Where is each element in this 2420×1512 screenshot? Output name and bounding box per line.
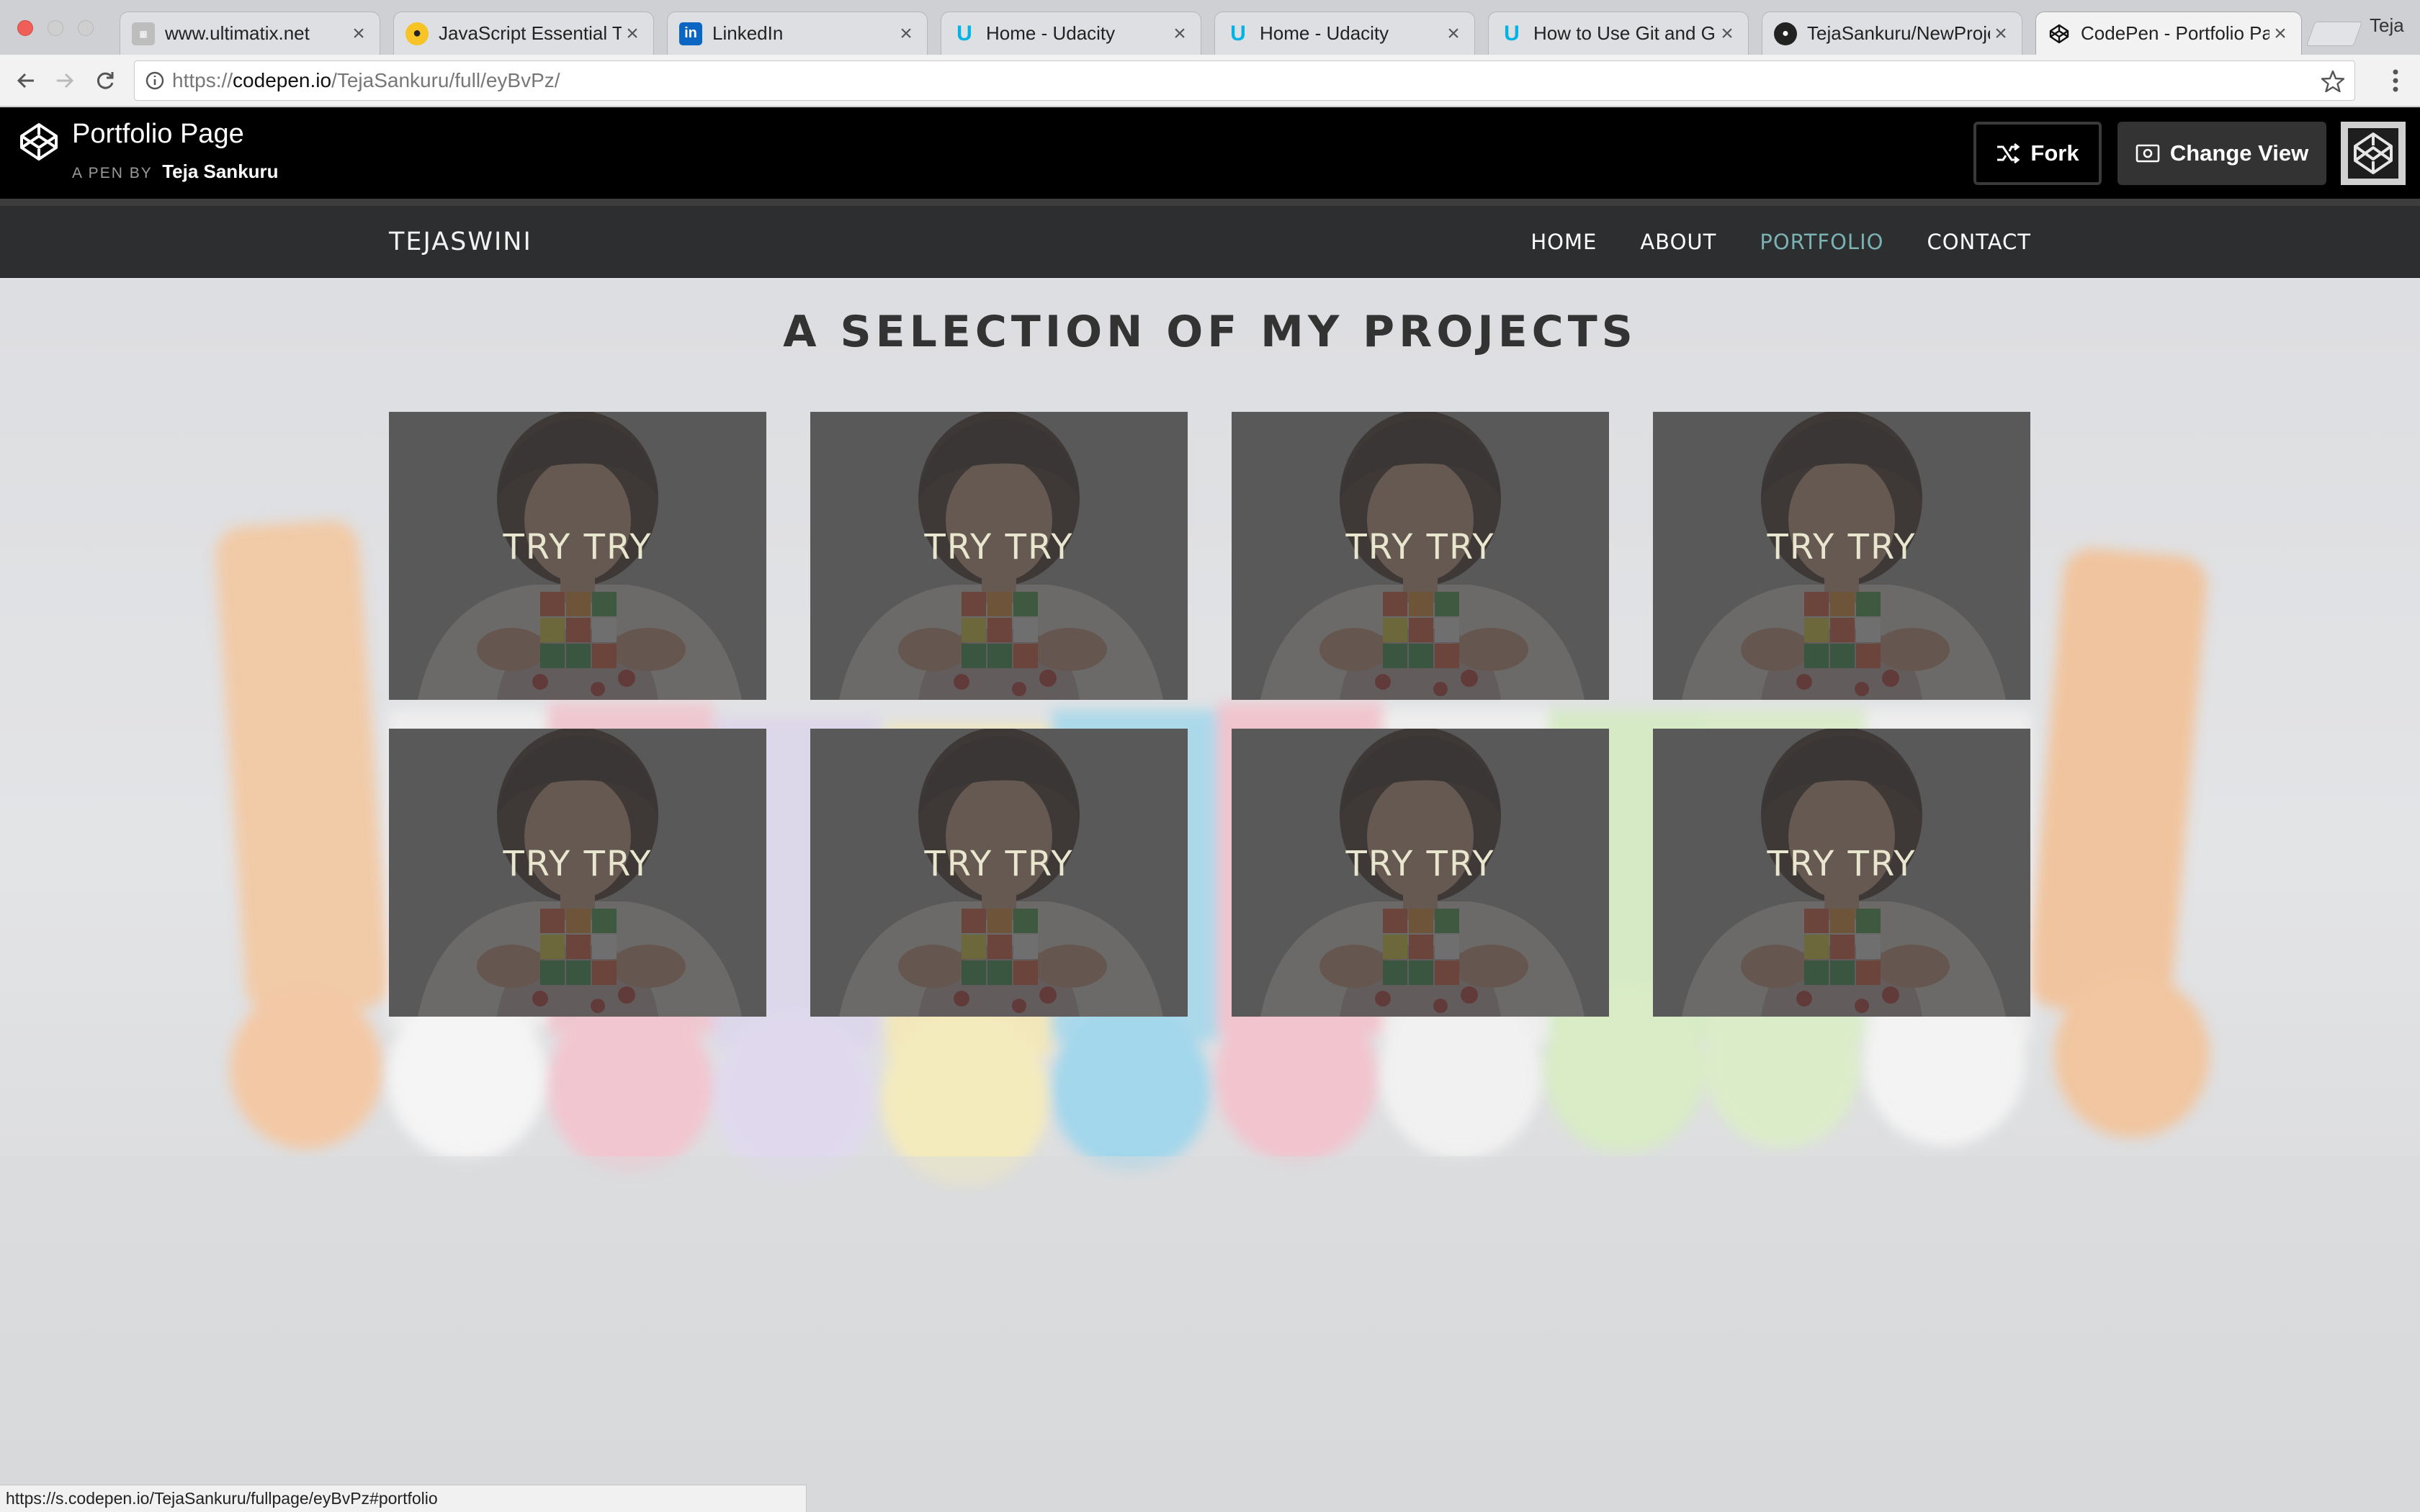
browser-tab-udacity-git[interactable]: U How to Use Git and Gith × <box>1488 12 1749 55</box>
site-nav-links: HOME ABOUT PORTFOLIO CONTACT <box>1487 206 2031 278</box>
close-tab-icon[interactable]: × <box>622 22 643 45</box>
project-card[interactable]: TRY TRY <box>389 729 766 1017</box>
project-caption: TRY TRY <box>1767 844 1917 884</box>
project-card[interactable]: TRY TRY <box>810 729 1188 1017</box>
linkedin-icon: in <box>679 22 702 45</box>
browser-tab-linkedin[interactable]: in LinkedIn × <box>667 12 928 55</box>
bookmark-star-icon[interactable] <box>2320 68 2346 94</box>
section-title: A SELECTION OF MY PROJECTS <box>783 307 1637 357</box>
project-card[interactable]: TRY TRY <box>1232 729 1609 1017</box>
back-arrow-icon <box>17 73 34 89</box>
portfolio-page: TEJASWINI HOME ABOUT PORTFOLIO CONTACT A… <box>0 206 2420 1512</box>
change-view-label: Change View <box>2169 140 2309 166</box>
header-divider <box>0 199 2420 206</box>
close-tab-icon[interactable]: × <box>1443 22 1464 45</box>
project-caption: TRY TRY <box>924 527 1074 567</box>
nav-about[interactable]: ABOUT <box>1640 230 1716 254</box>
change-view-button[interactable]: Change View <box>2118 122 2326 185</box>
tab-label: JavaScript Essential Tra <box>439 22 622 44</box>
tab-label: TejaSankuru/NewProjec <box>1807 22 1990 44</box>
browser-tab-ultimatix[interactable]: ▦ www.ultimatix.net × <box>120 12 380 55</box>
site-brand[interactable]: TEJASWINI <box>389 206 532 278</box>
reload-icon <box>97 72 114 89</box>
js-icon: ● <box>405 22 429 45</box>
nav-contact[interactable]: CONTACT <box>1927 230 2031 254</box>
close-tab-icon[interactable]: × <box>1716 22 1738 45</box>
nav-home[interactable]: HOME <box>1531 230 1597 254</box>
close-tab-icon[interactable]: × <box>895 22 917 45</box>
project-caption: TRY TRY <box>1767 527 1917 567</box>
reload-button[interactable] <box>89 65 121 96</box>
browser-toolbar: https://codepen.io/TejaSankuru/full/eyBv… <box>0 55 2420 107</box>
codepen-icon <box>2048 22 2071 45</box>
pen-title: Portfolio Page <box>72 119 244 149</box>
project-grid: TRY TRY TRY TRY TRY TRY TRY TRY TRY TRY … <box>389 412 2031 1045</box>
project-caption: TRY TRY <box>1345 844 1495 884</box>
fork-icon <box>1997 143 2020 164</box>
close-tab-icon[interactable]: × <box>2269 22 2291 45</box>
avatar[interactable] <box>2341 122 2406 185</box>
forward-arrow-icon <box>57 73 74 89</box>
window-close-button[interactable] <box>17 20 33 36</box>
new-tab-button[interactable] <box>2305 22 2363 46</box>
udacity-icon: U <box>956 21 972 45</box>
tab-label: Home - Udacity <box>986 22 1116 44</box>
close-tab-icon[interactable]: × <box>1990 22 2012 45</box>
nav-portfolio[interactable]: PORTFOLIO <box>1760 230 1883 254</box>
project-caption: TRY TRY <box>503 527 653 567</box>
tab-label: LinkedIn <box>712 22 784 44</box>
window-minimize-button[interactable] <box>48 20 63 36</box>
forward-button[interactable] <box>49 65 81 96</box>
github-icon: ● <box>1774 22 1797 45</box>
project-card[interactable]: TRY TRY <box>1232 412 1609 700</box>
codepen-logo-icon[interactable] <box>19 122 59 162</box>
tab-label: Home - Udacity <box>1260 22 1389 44</box>
url-text: https://codepen.io/TejaSankuru/full/eyBv… <box>172 69 560 91</box>
udacity-icon: U <box>1504 21 1520 45</box>
browser-tab-codepen[interactable]: CodePen - Portfolio Pag × <box>2035 12 2302 55</box>
author-link[interactable]: Teja Sankuru <box>162 161 278 182</box>
browser-tab-github[interactable]: ● TejaSankuru/NewProjec × <box>1762 12 2022 55</box>
status-bar-url: https://s.codepen.io/TejaSankuru/fullpag… <box>0 1485 807 1512</box>
browser-tab-udacity-2[interactable]: U Home - Udacity × <box>1214 12 1475 55</box>
window-zoom-button[interactable] <box>78 20 94 36</box>
project-card[interactable]: TRY TRY <box>810 412 1188 700</box>
codepen-header: Portfolio Page A PEN BY Teja Sankuru For… <box>0 107 2420 199</box>
address-bar[interactable]: https://codepen.io/TejaSankuru/full/eyBv… <box>134 60 2355 101</box>
close-tab-icon[interactable]: × <box>348 22 369 45</box>
project-caption: TRY TRY <box>503 844 653 884</box>
back-button[interactable] <box>10 65 42 96</box>
project-card[interactable]: TRY TRY <box>389 412 766 700</box>
project-card[interactable]: TRY TRY <box>1653 729 2030 1017</box>
tab-label: www.ultimatix.net <box>165 22 310 44</box>
tab-label: CodePen - Portfolio Pag <box>2081 22 2269 44</box>
browser-menu-icon[interactable] <box>2380 65 2411 96</box>
info-icon[interactable] <box>145 71 165 91</box>
profile-name[interactable]: Teja <box>2370 14 2420 37</box>
project-caption: TRY TRY <box>1345 527 1495 567</box>
udacity-icon: U <box>1230 21 1246 45</box>
byline-label: A PEN BY <box>72 165 153 181</box>
browser-tab-javascript[interactable]: ● JavaScript Essential Tra × <box>393 12 654 55</box>
codepen-avatar-icon <box>2348 128 2398 179</box>
browser-tab-strip: ▦ www.ultimatix.net × ● JavaScript Essen… <box>0 0 2420 55</box>
project-caption: TRY TRY <box>924 844 1074 884</box>
site-navbar: TEJASWINI HOME ABOUT PORTFOLIO CONTACT <box>0 206 2420 278</box>
pen-byline: A PEN BY Teja Sankuru <box>72 161 279 183</box>
ultimatix-icon: ▦ <box>132 22 155 45</box>
browser-tab-udacity-1[interactable]: U Home - Udacity × <box>941 12 1201 55</box>
change-view-icon <box>2136 144 2160 163</box>
tab-label: How to Use Git and Gith <box>1533 22 1716 44</box>
fork-button[interactable]: Fork <box>1973 122 2102 185</box>
fork-label: Fork <box>2030 140 2079 166</box>
project-card[interactable]: TRY TRY <box>1653 412 2030 700</box>
close-tab-icon[interactable]: × <box>1169 22 1191 45</box>
